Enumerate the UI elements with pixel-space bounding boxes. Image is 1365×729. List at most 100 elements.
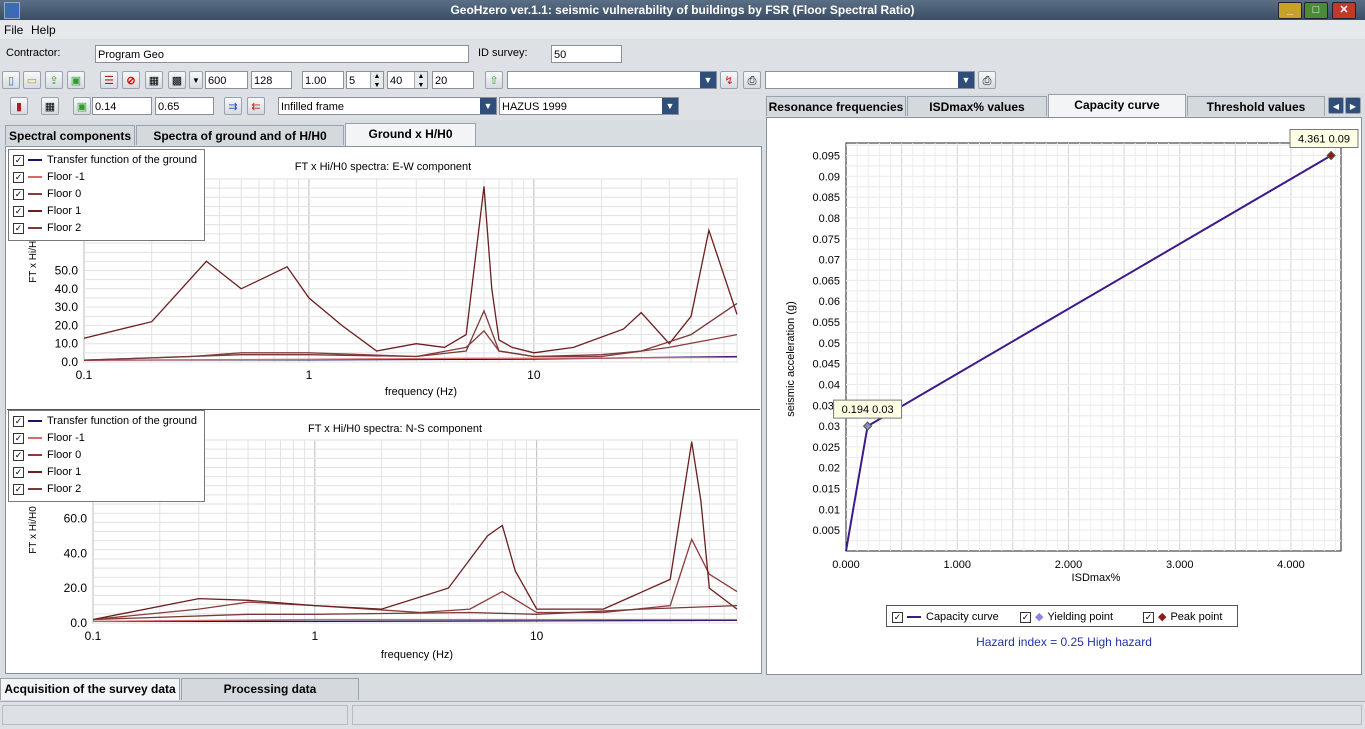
checkbox-icon[interactable]: ✓ bbox=[13, 154, 24, 166]
hazard-index-text: Hazard index = 0.25 High hazard bbox=[976, 635, 1152, 649]
legend-ew-item[interactable]: ✓ Floor -1 bbox=[13, 169, 85, 185]
save-icon[interactable]: ▣ bbox=[67, 71, 85, 89]
legend-yielding-item[interactable]: ✓ ◆ Yielding point bbox=[1020, 609, 1113, 625]
legend-capacity-item[interactable]: ✓ Capacity curve bbox=[892, 609, 999, 625]
value-b-input[interactable]: 0.65 bbox=[155, 97, 214, 115]
model-arrow-icon[interactable]: ▼ bbox=[662, 98, 678, 114]
print-b-icon[interactable]: ⎙ bbox=[978, 71, 996, 89]
y-tick-label: 0.02 bbox=[819, 463, 840, 475]
structure-type-arrow-icon[interactable]: ▼ bbox=[480, 98, 496, 114]
tab-processing[interactable]: Processing data bbox=[181, 678, 359, 700]
spinner-b-value: 40 bbox=[390, 75, 403, 87]
checkbox-icon[interactable]: ✓ bbox=[13, 415, 24, 427]
brush-icon[interactable]: ↯ bbox=[720, 71, 738, 89]
legend-ns-label: Transfer function of the ground bbox=[47, 415, 198, 427]
legend-ns-item[interactable]: ✓ Floor 0 bbox=[13, 447, 81, 463]
checkbox-icon[interactable]: ✓ bbox=[1020, 611, 1031, 623]
list-icon[interactable]: ☰ bbox=[100, 71, 118, 89]
chart-ns-title: FT x Hi/H0 spectra: N-S component bbox=[308, 423, 482, 435]
swatch-floor-m1 bbox=[28, 437, 42, 440]
building-icon[interactable]: ▮ bbox=[10, 97, 28, 115]
status-cell-left bbox=[2, 705, 348, 725]
tab-spectra-ratios[interactable]: Spectra of ground and of H/H0 ratios bbox=[136, 125, 344, 163]
print-icon[interactable]: ⎙ bbox=[743, 71, 761, 89]
checkbox-icon[interactable]: ✓ bbox=[13, 222, 24, 234]
export-icon[interactable]: ⇧ bbox=[485, 71, 503, 89]
checkbox-icon[interactable]: ✓ bbox=[13, 205, 24, 217]
merge-icon[interactable]: ⇉ bbox=[224, 97, 242, 115]
tab-threshold-values[interactable]: Threshold values bbox=[1187, 96, 1325, 116]
checkbox-icon[interactable]: ✓ bbox=[1143, 611, 1154, 623]
window-title: GeoHzero ver.1.1: seismic vulnerability … bbox=[450, 3, 915, 17]
combo-a-arrow-icon[interactable]: ▼ bbox=[700, 72, 716, 88]
y-tick-label: 0.015 bbox=[812, 484, 840, 496]
chart-ns-xlabel: frequency (Hz) bbox=[381, 649, 453, 661]
spinner-a-arrows-icon[interactable]: ▲ ▼ bbox=[370, 72, 383, 88]
chart-capacity: 0.0050.010.0150.020.0250.030.0350.040.04… bbox=[785, 128, 1359, 584]
smoothing-input[interactable]: 1.00 bbox=[302, 71, 344, 89]
legend-ew-item[interactable]: ✓ Floor 0 bbox=[13, 186, 81, 202]
checkbox-icon[interactable]: ✓ bbox=[13, 432, 24, 444]
legend-ew-label: Floor 0 bbox=[47, 188, 82, 200]
legend-ns-item[interactable]: ✓ Floor 2 bbox=[13, 481, 81, 497]
spinner-a-input[interactable]: 5 ▲ ▼ bbox=[346, 71, 384, 89]
new-file-icon[interactable]: ▯ bbox=[2, 71, 20, 89]
checkbox-icon[interactable]: ✓ bbox=[892, 611, 903, 623]
checkbox-icon[interactable]: ✓ bbox=[13, 171, 24, 183]
stop-icon[interactable]: ⊘ bbox=[122, 71, 140, 89]
split-icon[interactable]: ⇇ bbox=[247, 97, 265, 115]
legend-ew-item[interactable]: ✓ Transfer function of the ground bbox=[13, 152, 197, 168]
legend-ns-item[interactable]: ✓ Floor -1 bbox=[13, 430, 85, 446]
close-icon[interactable]: ✕ bbox=[1332, 2, 1356, 19]
y-tick-label: 0.065 bbox=[812, 275, 840, 287]
grid-icon[interactable]: ▩ bbox=[168, 71, 186, 89]
tab-ground-spectra[interactable]: Ground x H/H0 spectra bbox=[345, 123, 476, 161]
import-icon[interactable]: ⇪ bbox=[45, 71, 63, 89]
window-input[interactable]: 128 bbox=[251, 71, 292, 89]
calculator-icon[interactable]: ▦ bbox=[145, 71, 163, 89]
tab-capacity-curve[interactable]: Capacity curve bbox=[1048, 94, 1186, 117]
tab-scroll-left-icon[interactable]: ◀ bbox=[1328, 97, 1344, 114]
value-a-input[interactable]: 0.14 bbox=[92, 97, 152, 115]
tab-spectral-components[interactable]: Spectral components bbox=[5, 125, 135, 145]
tab-acquisition[interactable]: Acquisition of the survey data bbox=[0, 678, 180, 700]
status-cell-right bbox=[352, 705, 1362, 725]
checkbox-icon[interactable]: ✓ bbox=[13, 188, 24, 200]
save-b-icon[interactable]: ▣ bbox=[73, 97, 91, 115]
minimize-icon[interactable]: _ bbox=[1278, 2, 1302, 19]
combo-a-select[interactable]: ▼ bbox=[507, 71, 717, 89]
checkbox-icon[interactable]: ✓ bbox=[13, 466, 24, 478]
id-survey-input[interactable]: 50 bbox=[551, 45, 622, 63]
menu-help[interactable]: Help bbox=[31, 23, 56, 37]
calculator-b-icon[interactable]: ▦ bbox=[41, 97, 59, 115]
legend-peak-item[interactable]: ✓ ◆ Peak point bbox=[1143, 609, 1222, 625]
combo-b-arrow-icon[interactable]: ▼ bbox=[958, 72, 974, 88]
combo-b-select[interactable]: ▼ bbox=[765, 71, 975, 89]
open-folder-icon[interactable]: ▭ bbox=[23, 71, 41, 89]
structure-type-select[interactable]: Infilled frame ▼ bbox=[278, 97, 497, 115]
legend-ew-item[interactable]: ✓ Floor 1 bbox=[13, 203, 81, 219]
legend-ew-item[interactable]: ✓ Floor 2 bbox=[13, 220, 81, 236]
tab-scroll-right-icon[interactable]: ▶ bbox=[1345, 97, 1361, 114]
maximize-icon[interactable]: □ bbox=[1304, 2, 1328, 19]
checkbox-icon[interactable]: ✓ bbox=[13, 449, 24, 461]
legend-ns-item[interactable]: ✓ Floor 1 bbox=[13, 464, 81, 480]
checkbox-icon[interactable]: ✓ bbox=[13, 483, 24, 495]
tab-isdmax-values[interactable]: ISDmax% values bbox=[907, 96, 1047, 116]
x-tick-label: 3.000 bbox=[1166, 559, 1194, 571]
dropdown-arrow-icon[interactable]: ▼ bbox=[189, 71, 203, 89]
model-select[interactable]: HAZUS 1999 ▼ bbox=[499, 97, 679, 115]
spinner-b-arrows-icon[interactable]: ▲ ▼ bbox=[414, 72, 427, 88]
id-survey-label: ID survey: bbox=[478, 47, 528, 59]
menu-file[interactable]: File bbox=[4, 23, 23, 37]
swatch-floor-1 bbox=[28, 471, 42, 474]
spinner-c-input[interactable]: 20 bbox=[432, 71, 474, 89]
y-tick-label: 40.0 bbox=[64, 546, 88, 560]
contractor-input[interactable]: Program Geo bbox=[95, 45, 469, 63]
samples-input[interactable]: 600 bbox=[205, 71, 248, 89]
tab-resonance-frequencies[interactable]: Resonance frequencies bbox=[766, 96, 906, 116]
spinner-b-input[interactable]: 40 ▲ ▼ bbox=[387, 71, 428, 89]
y-tick-label: 50.0 bbox=[55, 264, 79, 278]
legend-ns: ✓ Transfer function of the ground ✓ Floor … bbox=[8, 410, 205, 502]
legend-ns-item[interactable]: ✓ Transfer function of the ground bbox=[13, 413, 197, 429]
